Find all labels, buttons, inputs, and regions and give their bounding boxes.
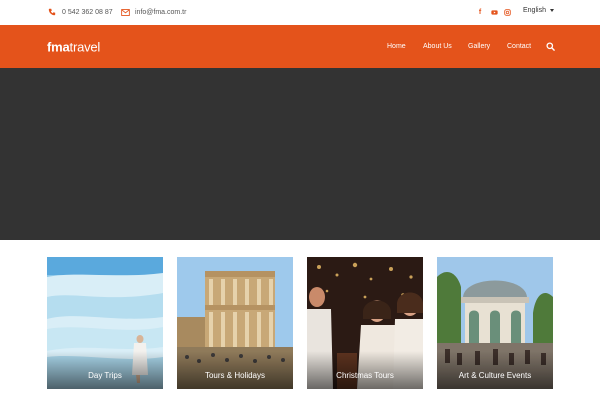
card-label: Day Trips xyxy=(88,371,122,380)
hero-banner xyxy=(0,68,600,240)
social-links: f xyxy=(475,7,512,17)
instagram-icon[interactable] xyxy=(502,7,512,17)
site-logo[interactable]: fmatravel xyxy=(47,40,100,55)
main-navigation: fmatravel Home About Us Gallery Contact xyxy=(0,25,600,68)
card-christmas-tours[interactable]: Christmas Tours xyxy=(307,257,423,389)
language-selector[interactable]: English xyxy=(523,7,554,14)
language-label: English xyxy=(523,7,546,14)
facebook-icon[interactable]: f xyxy=(475,7,485,17)
chevron-down-icon xyxy=(549,9,554,12)
card-art-culture-events[interactable]: Art & Culture Events xyxy=(437,257,553,389)
menu-item-contact[interactable]: Contact xyxy=(507,43,531,50)
phone-number: 0 542 362 08 87 xyxy=(62,8,113,16)
youtube-icon[interactable] xyxy=(489,7,499,17)
logo-light: travel xyxy=(69,39,101,55)
email-address: info@fma.com.tr xyxy=(135,8,187,16)
envelope-icon xyxy=(120,7,130,17)
menu-item-gallery[interactable]: Gallery xyxy=(468,43,490,50)
card-label: Tours & Holidays xyxy=(204,371,266,380)
phone-contact[interactable]: 0 542 362 08 87 xyxy=(47,7,113,17)
phone-icon xyxy=(47,7,57,17)
card-tours-holidays[interactable]: Tours & Holidays xyxy=(177,257,293,389)
email-contact[interactable]: info@fma.com.tr xyxy=(120,7,186,17)
menu-item-about-us[interactable]: About Us xyxy=(423,43,452,50)
search-icon[interactable] xyxy=(546,42,555,51)
card-day-trips[interactable]: Day Trips xyxy=(47,257,163,389)
card-label: Christmas Tours xyxy=(336,371,394,380)
logo-bold: fma xyxy=(47,39,70,55)
top-bar: 0 542 362 08 87 info@fma.com.tr f Englis… xyxy=(0,0,600,25)
card-label: Art & Culture Events xyxy=(458,371,532,380)
menu-item-home[interactable]: Home xyxy=(387,43,406,50)
